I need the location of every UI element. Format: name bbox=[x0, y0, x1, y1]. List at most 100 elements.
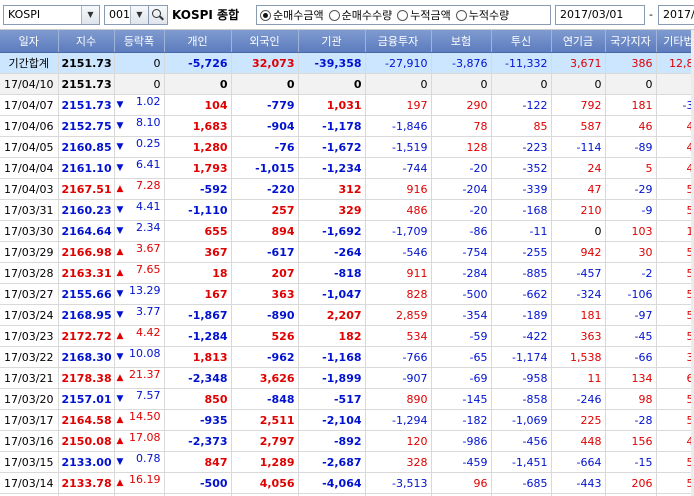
column-header[interactable]: 금융투자 bbox=[365, 30, 432, 53]
date-to-field[interactable]: 2017/0 bbox=[658, 5, 694, 25]
value-cell: 363 bbox=[551, 325, 606, 347]
radio-icon[interactable] bbox=[397, 9, 409, 21]
table-row[interactable]: 17/03/14 2133.78 ▲ 16.19 -500 4,056 -4,064 -3,5… bbox=[0, 472, 694, 494]
table-row[interactable]: 17/03/30 2164.64 ▼ 2.34 655 894 -1,692 -1,709 -8… bbox=[0, 220, 694, 242]
value-cell: -457 bbox=[551, 262, 606, 284]
search-button[interactable] bbox=[149, 5, 168, 25]
change-value: 14.50 bbox=[129, 410, 161, 423]
value-cell: 206 bbox=[605, 472, 657, 494]
value-cell: -264 bbox=[298, 241, 366, 263]
column-header[interactable]: 투신 bbox=[491, 30, 552, 53]
up-triangle-icon: ▲ bbox=[116, 436, 124, 446]
table-row[interactable]: 17/03/28 2163.31 ▲ 7.65 18 207 -818 911 -284 -885… bbox=[0, 262, 694, 284]
column-header[interactable]: 국가지자 bbox=[605, 30, 657, 53]
table-row[interactable]: 17/04/04 2161.10 ▼ 6.41 1,793 -1,015 -1,234 -74… bbox=[0, 157, 694, 179]
chevron-down-icon[interactable]: ▼ bbox=[81, 6, 99, 24]
date-cell: 17/03/20 bbox=[0, 388, 59, 410]
summary-row[interactable]: 기간합계 2151.73 0 -5,726 32,073 -39,358 -27,910 -3… bbox=[0, 52, 694, 74]
up-triangle-icon: ▲ bbox=[116, 247, 124, 257]
radio-cumulative-amount[interactable]: 누적금액 bbox=[397, 7, 451, 23]
value-cell: 2,511 bbox=[231, 409, 299, 431]
value-cell: 290 bbox=[431, 94, 492, 116]
value-cell: -592 bbox=[164, 178, 232, 200]
code-select[interactable]: 001 ▼ bbox=[104, 5, 149, 25]
search-icon[interactable] bbox=[149, 6, 167, 24]
value-cell: -344 bbox=[656, 94, 694, 116]
table-row[interactable]: 17/03/22 2168.30 ▼ 10.08 1,813 -962 -1,168 -766… bbox=[0, 346, 694, 368]
date-cell: 기간합계 bbox=[0, 52, 59, 74]
down-triangle-icon: ▼ bbox=[116, 163, 124, 173]
column-header[interactable]: 보험 bbox=[431, 30, 492, 53]
radio-net-buy-quantity[interactable]: 순매수수량 bbox=[328, 7, 392, 23]
value-cell: -11,332 bbox=[491, 52, 552, 74]
value-cell: -1,672 bbox=[298, 136, 366, 158]
change-cell: ▲ 3.67 bbox=[114, 241, 165, 263]
table-row[interactable]: 17/04/05 2160.85 ▼ 0.25 1,280 -76 -1,672 -1,519… bbox=[0, 136, 694, 158]
change-cell: 0 bbox=[114, 73, 165, 95]
column-header[interactable]: 개인 bbox=[164, 30, 232, 53]
table-row[interactable]: 17/03/21 2178.38 ▲ 21.37 -2,348 3,626 -1,899 -9… bbox=[0, 367, 694, 389]
index-cell: 2151.73 bbox=[58, 94, 115, 116]
investor-table: 일자지수등락폭개인외국인기관금융투자보험투신연기금국가지자기타법인 기간합계21… bbox=[0, 30, 694, 496]
value-cell: 363 bbox=[231, 283, 299, 305]
index-cell: 2155.66 bbox=[58, 283, 115, 305]
value-cell: 516 bbox=[656, 199, 694, 221]
date-cell: 17/03/16 bbox=[0, 430, 59, 452]
change-cell: ▼ 4.41 bbox=[114, 199, 165, 221]
table-row[interactable]: 17/03/17 2164.58 ▲ 14.50 -935 2,511 -2,104 -1,2… bbox=[0, 409, 694, 431]
column-header[interactable]: 지수 bbox=[58, 30, 115, 53]
value-cell: 466 bbox=[656, 136, 694, 158]
change-cell: ▼ 3.77 bbox=[114, 304, 165, 326]
table-row[interactable]: 17/03/15 2133.00 ▼ 0.78 847 1,289 -2,687 328 -45… bbox=[0, 451, 694, 473]
table-row[interactable]: 17/03/29 2166.98 ▲ 3.67 367 -617 -264 -546 -754-… bbox=[0, 241, 694, 263]
value-cell: -3,876 bbox=[431, 52, 492, 74]
value-cell: 428 bbox=[656, 115, 694, 137]
value-cell: 0 bbox=[605, 73, 657, 95]
table-row[interactable]: 17/03/24 2168.95 ▼ 3.77 -1,867 -890 2,207 2,859… bbox=[0, 304, 694, 326]
radio-cumulative-quantity[interactable]: 누적수량 bbox=[455, 7, 509, 23]
radio-icon[interactable] bbox=[328, 9, 340, 21]
value-cell: -766 bbox=[365, 346, 432, 368]
table-row[interactable]: 17/03/31 2160.23 ▼ 4.41 -1,110 257 329 486 -20 -1… bbox=[0, 199, 694, 221]
change-value: 17.08 bbox=[129, 431, 161, 444]
value-cell: -255 bbox=[491, 241, 552, 263]
market-select[interactable]: KOSPI ▼ bbox=[3, 5, 100, 25]
table-row[interactable]: 17/04/102151.730000000000 bbox=[0, 73, 694, 95]
radio-selected-icon[interactable] bbox=[260, 9, 271, 21]
date-from-field[interactable]: 2017/03/01 bbox=[555, 5, 645, 25]
change-cell: ▼ 0.78 bbox=[114, 451, 165, 473]
table-row[interactable]: 17/03/27 2155.66 ▼ 13.29 167 363 -1,047 828 -500… bbox=[0, 283, 694, 305]
value-cell: -858 bbox=[491, 388, 552, 410]
value-cell: -617 bbox=[231, 241, 299, 263]
value-cell: 46 bbox=[605, 115, 657, 137]
mode-radio-group: 순매수금액 순매수수량 누적금액 누적수량 bbox=[256, 5, 551, 25]
table-row[interactable]: 17/03/20 2157.01 ▼ 7.57 850 -848 -517 890 -145 -8… bbox=[0, 388, 694, 410]
value-cell: 486 bbox=[365, 199, 432, 221]
value-cell: -1,899 bbox=[298, 367, 366, 389]
column-header[interactable]: 외국인 bbox=[231, 30, 299, 53]
column-header[interactable]: 연기금 bbox=[551, 30, 606, 53]
value-cell: 490 bbox=[656, 430, 694, 452]
index-cell: 2152.75 bbox=[58, 115, 115, 137]
value-cell: -1,234 bbox=[298, 157, 366, 179]
table-row[interactable]: 17/04/07 2151.73 ▼ 1.02 104 -779 1,031 197 290 -1… bbox=[0, 94, 694, 116]
date-cell: 17/03/14 bbox=[0, 472, 59, 494]
table-row[interactable]: 17/04/06 2152.75 ▼ 8.10 1,683 -904 -1,178 -1,84… bbox=[0, 115, 694, 137]
table-body: 기간합계 2151.73 0 -5,726 32,073 -39,358 -27,910 -3… bbox=[0, 52, 694, 496]
column-header[interactable]: 기타법인 bbox=[656, 30, 694, 53]
value-cell: -1,846 bbox=[365, 115, 432, 137]
chevron-down-icon[interactable]: ▼ bbox=[130, 6, 148, 24]
radio-net-buy-amount[interactable]: 순매수금액 bbox=[260, 7, 324, 23]
radio-icon[interactable] bbox=[455, 9, 467, 21]
value-cell: 0 bbox=[298, 73, 366, 95]
column-header[interactable]: 등락폭 bbox=[114, 30, 165, 53]
table-row[interactable]: 17/03/16 2150.08 ▲ 17.08 -2,373 2,797 -892 120-… bbox=[0, 430, 694, 452]
table-row[interactable]: 17/04/03 2167.51 ▲ 7.28 -592 -220 312 916 -204 -3… bbox=[0, 178, 694, 200]
column-header[interactable]: 기관 bbox=[298, 30, 366, 53]
table-row[interactable]: 17/03/23 2172.72 ▲ 4.42 -1,284 526 182 534 -59 -4… bbox=[0, 325, 694, 347]
down-triangle-icon: ▼ bbox=[116, 100, 124, 110]
column-header[interactable]: 일자 bbox=[0, 30, 59, 53]
value-cell: 515 bbox=[656, 283, 694, 305]
value-cell: 3,626 bbox=[231, 367, 299, 389]
value-cell: 1,538 bbox=[551, 346, 606, 368]
